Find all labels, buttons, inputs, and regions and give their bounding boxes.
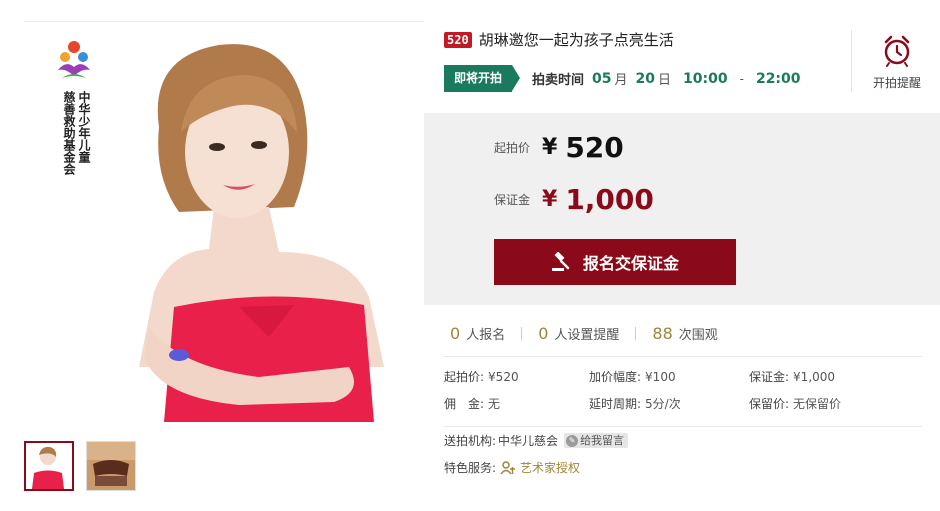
auction-title: 胡琳邀您一起为孩子点亮生活 bbox=[478, 31, 674, 49]
info-starting-price: 起拍价: ¥520 bbox=[444, 368, 519, 385]
auction-month: 05 bbox=[592, 70, 612, 87]
info-divider-bottom bbox=[444, 426, 922, 427]
artist-icon bbox=[500, 460, 516, 474]
special-service-row: 特色服务: 艺术家授权 bbox=[444, 459, 580, 476]
deposit-currency: ¥ bbox=[542, 187, 558, 212]
info-starting-price-value: ¥520 bbox=[488, 370, 519, 384]
start-reminder-label: 开拍提醒 bbox=[872, 76, 921, 90]
logo-text-col-2: 慈善救助基金会 bbox=[62, 91, 76, 175]
thumbnail-1[interactable] bbox=[24, 441, 74, 491]
leave-message-label: 给我留言 bbox=[580, 434, 625, 447]
info-increment: 加价幅度: ¥100 bbox=[589, 368, 676, 385]
info-divider-top bbox=[444, 356, 922, 357]
info-deposit-value: ¥1,000 bbox=[793, 370, 836, 384]
info-delay: 延时周期: 5分/次 bbox=[589, 395, 681, 412]
stat-signups: 0 人报名 bbox=[450, 324, 505, 343]
starting-price-label: 起拍价 bbox=[494, 141, 531, 155]
special-service-label: 特色服务: bbox=[444, 461, 497, 475]
auction-end-time: 22:00 bbox=[755, 70, 801, 87]
auction-start-time: 10:00 bbox=[683, 70, 728, 87]
info-commission-value: 无 bbox=[488, 397, 501, 411]
consignor-row: 送拍机构: 中华儿慈会 ✎ 给我留言 bbox=[444, 432, 629, 449]
charity-logo-icon bbox=[58, 41, 90, 78]
artist-authorization-label: 艺术家授权 bbox=[520, 461, 581, 475]
consignor-label: 送拍机构: bbox=[444, 434, 497, 448]
main-product-image: 中华少年儿童 慈善救助基金会 bbox=[24, 22, 424, 422]
info-starting-price-key: 起拍价: bbox=[444, 370, 485, 384]
price-panel: 起拍价 ¥ 520 保证金 ¥ 1,000 报名交保证金 bbox=[424, 113, 940, 305]
auction-month-unit: 月 bbox=[614, 73, 628, 88]
reminders-label: 人设置提醒 bbox=[554, 328, 620, 343]
signups-count: 0 bbox=[450, 324, 461, 343]
stat-separator bbox=[521, 327, 523, 340]
logo-text-col-1: 中华少年儿童 bbox=[77, 91, 91, 163]
thumbnail-2[interactable] bbox=[86, 441, 136, 491]
status-tag: 即将开拍 bbox=[444, 65, 521, 92]
reminders-count: 0 bbox=[538, 324, 549, 343]
deposit-value: 1,000 bbox=[565, 183, 654, 216]
auction-title-row: 520 胡琳邀您一起为孩子点亮生活 bbox=[444, 29, 674, 50]
auction-stats: 0 人报名 0 人设置提醒 88 次围观 bbox=[450, 324, 718, 343]
thumbnail-strip bbox=[24, 441, 136, 491]
auction-time-label: 拍卖时间 bbox=[532, 73, 585, 88]
info-deposit: 保证金: ¥1,000 bbox=[749, 368, 835, 385]
gavel-icon bbox=[551, 252, 570, 271]
deposit-row: 保证金 ¥ 1,000 bbox=[494, 183, 654, 216]
event-520-badge: 520 bbox=[444, 31, 472, 48]
leave-message-button[interactable]: ✎ 给我留言 bbox=[564, 433, 629, 448]
time-range-dash: - bbox=[739, 71, 744, 86]
info-delay-key: 延时周期: bbox=[589, 397, 642, 411]
info-delay-value: 5分/次 bbox=[645, 397, 681, 411]
charity-logo: 中华少年儿童 慈善救助基金会 bbox=[54, 40, 98, 175]
alarm-clock-icon bbox=[884, 35, 910, 67]
views-count: 88 bbox=[652, 324, 673, 343]
stat-views: 88 次围观 bbox=[652, 324, 717, 343]
signups-label: 人报名 bbox=[466, 328, 506, 343]
views-label: 次围观 bbox=[678, 328, 718, 343]
thumbnail-2-image bbox=[87, 442, 135, 490]
message-icon: ✎ bbox=[566, 434, 579, 447]
auction-day: 20 bbox=[635, 70, 656, 87]
starting-price-currency: ¥ bbox=[542, 135, 558, 160]
pay-deposit-label: 报名交保证金 bbox=[582, 256, 679, 273]
remind-divider bbox=[851, 30, 852, 92]
charity-logo-text: 中华少年儿童 慈善救助基金会 bbox=[54, 91, 98, 175]
auction-day-unit: 日 bbox=[658, 73, 672, 88]
info-deposit-key: 保证金: bbox=[749, 370, 790, 384]
info-increment-key: 加价幅度: bbox=[589, 370, 642, 384]
info-increment-value: ¥100 bbox=[645, 370, 676, 384]
stat-reminders: 0 人设置提醒 bbox=[538, 324, 619, 343]
info-reserve: 保留价: 无保留价 bbox=[749, 395, 841, 412]
start-reminder-button[interactable]: 开拍提醒 bbox=[866, 35, 928, 91]
auction-status-row: 即将开拍 拍卖时间 05 月 20 日 10:00 - 22:00 bbox=[444, 65, 801, 92]
artist-authorization-link[interactable]: 艺术家授权 bbox=[500, 459, 580, 476]
info-reserve-key: 保留价: bbox=[749, 397, 790, 411]
consignor-name[interactable]: 中华儿慈会 bbox=[498, 432, 558, 449]
deposit-label: 保证金 bbox=[494, 193, 531, 207]
starting-price-value: 520 bbox=[565, 131, 624, 164]
thumbnail-1-image bbox=[26, 443, 72, 489]
info-reserve-value: 无保留价 bbox=[793, 397, 842, 411]
celebrity-portrait bbox=[139, 44, 384, 422]
info-commission: 佣 金: 无 bbox=[444, 395, 500, 412]
starting-price-row: 起拍价 ¥ 520 bbox=[494, 131, 624, 164]
pay-deposit-button[interactable]: 报名交保证金 bbox=[494, 239, 736, 285]
info-commission-key: 佣 金: bbox=[444, 397, 485, 411]
stat-separator bbox=[635, 327, 637, 340]
